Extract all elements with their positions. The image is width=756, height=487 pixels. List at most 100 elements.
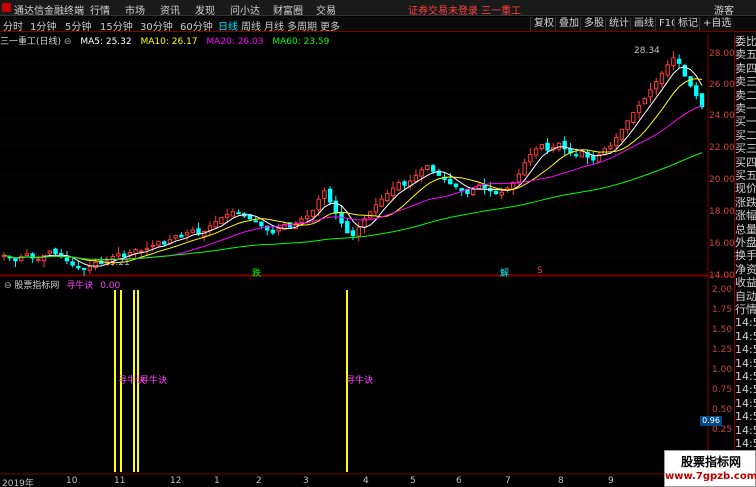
- menu-market[interactable]: 市场: [125, 2, 145, 17]
- menu-trade[interactable]: 交易: [316, 2, 336, 17]
- candle-body: [545, 142, 550, 151]
- candle-body: [299, 218, 304, 224]
- statistics-button[interactable]: 统计: [605, 17, 632, 31]
- price-tick: 18.00: [709, 207, 735, 217]
- candle-body: [53, 248, 58, 255]
- candle-body: [613, 137, 619, 147]
- period-weekly[interactable]: 周线: [241, 18, 261, 33]
- indicator-signal-name: 寻牛诀: [66, 281, 94, 291]
- candle-body: [659, 72, 665, 85]
- candle-body: [87, 265, 93, 271]
- candle-body: [161, 241, 167, 245]
- side-panel-label: 收益: [735, 276, 756, 290]
- side-panel-label: 14:5: [735, 316, 756, 330]
- candle-body: [47, 250, 52, 254]
- menu-quotes[interactable]: 行情: [90, 2, 110, 17]
- candle-body: [470, 188, 476, 196]
- restore-rights-button[interactable]: 复权: [530, 17, 557, 31]
- candle-body: [81, 267, 87, 270]
- time-tick: 4: [363, 476, 369, 486]
- side-panel-label: 14:5: [735, 356, 756, 370]
- menu-ask[interactable]: 问小达: [230, 2, 260, 17]
- overlay-button[interactable]: 叠加: [555, 17, 582, 31]
- draw-line-button[interactable]: 画线: [630, 17, 657, 31]
- period-15min[interactable]: 15分钟: [100, 18, 133, 33]
- period-more[interactable]: 更多: [320, 18, 340, 33]
- candle-body: [327, 188, 333, 203]
- candle-body: [425, 165, 430, 171]
- side-panel-label: 14:5: [735, 437, 756, 450]
- candle-body: [654, 81, 659, 90]
- menu-wealth[interactable]: 财富圈: [273, 2, 303, 17]
- side-panel-label: 涨幅: [735, 209, 756, 223]
- candle-body: [24, 253, 30, 256]
- candle-body: [356, 226, 361, 237]
- candle-body: [322, 190, 327, 199]
- side-panel-label: 买一: [735, 115, 756, 129]
- side-panel-label: 14:5: [735, 383, 756, 397]
- side-panel-label: 14:5: [735, 410, 756, 424]
- login-notice[interactable]: 证券交易未登录 三一重工: [408, 2, 521, 17]
- candle-body: [276, 228, 281, 232]
- signal-marker-jie: 解: [500, 269, 510, 279]
- candle-body: [402, 181, 407, 186]
- candle-body: [367, 211, 373, 219]
- candle-body: [573, 154, 579, 157]
- candle-body: [453, 183, 459, 188]
- candle-body: [528, 153, 533, 163]
- side-panel-label: 14:5: [735, 423, 756, 437]
- period-5min[interactable]: 5分钟: [65, 18, 91, 33]
- price-tick: 16.00: [709, 239, 735, 249]
- period-intraday[interactable]: 分时: [3, 18, 23, 33]
- candle-body: [350, 230, 356, 237]
- menu-discover[interactable]: 发现: [195, 2, 215, 17]
- indicator-tick: 0.75: [712, 385, 733, 395]
- period-30min[interactable]: 30分钟: [140, 18, 173, 33]
- candle-body: [236, 212, 241, 215]
- time-tick: 2019年: [2, 479, 34, 487]
- indicator-tick: 0.50: [712, 405, 733, 415]
- candle-body: [76, 265, 81, 269]
- time-tick: 11: [114, 476, 126, 486]
- period-multi[interactable]: 多周期: [287, 18, 317, 33]
- menu-news[interactable]: 资讯: [160, 2, 180, 17]
- candle-body: [64, 257, 70, 262]
- period-1min[interactable]: 1分钟: [30, 18, 56, 33]
- side-panel-label: 买四: [735, 155, 756, 169]
- side-panel-label: 委比: [735, 35, 756, 48]
- side-panel-label: 14:5: [735, 329, 756, 343]
- candle-body: [430, 165, 436, 172]
- candle-body: [694, 85, 699, 97]
- candle-body: [671, 57, 676, 67]
- candle-body: [127, 251, 133, 256]
- period-60min[interactable]: 60分钟: [180, 18, 213, 33]
- period-daily[interactable]: 日线: [218, 18, 238, 33]
- candle-body: [665, 64, 670, 76]
- menu-bar: [0, 0, 756, 16]
- period-monthly[interactable]: 月线: [264, 18, 284, 33]
- candle-body: [499, 191, 504, 196]
- mark-button[interactable]: 标记: [674, 17, 701, 31]
- ma20-label: MA20: 26.03: [206, 37, 264, 47]
- candle-body: [139, 250, 144, 253]
- candle-body: [156, 240, 161, 246]
- add-watchlist-button[interactable]: +自选: [699, 17, 735, 31]
- multi-stock-button[interactable]: 多股: [580, 17, 607, 31]
- candle-body: [93, 261, 98, 269]
- stock-name: 三一重工(日线): [0, 37, 62, 47]
- candle-body: [448, 178, 453, 185]
- time-tick: 1: [214, 476, 220, 486]
- guest-label[interactable]: 游客: [714, 2, 734, 17]
- side-panel-label: 现价: [735, 182, 756, 196]
- candle-body: [224, 214, 230, 218]
- side-panel-label: 涨跌: [735, 195, 756, 209]
- candle-body: [184, 232, 190, 236]
- side-panel-label: 总量: [735, 222, 756, 236]
- side-panel-label: 卖三: [735, 75, 756, 89]
- candle-body: [70, 261, 75, 266]
- app-title: 通达信金融终端: [14, 6, 84, 17]
- candle-body: [121, 253, 127, 258]
- signal-label: 寻牛诀: [346, 376, 374, 386]
- time-tick: 7: [505, 476, 511, 486]
- indicator-name[interactable]: 股票指标网: [14, 281, 59, 291]
